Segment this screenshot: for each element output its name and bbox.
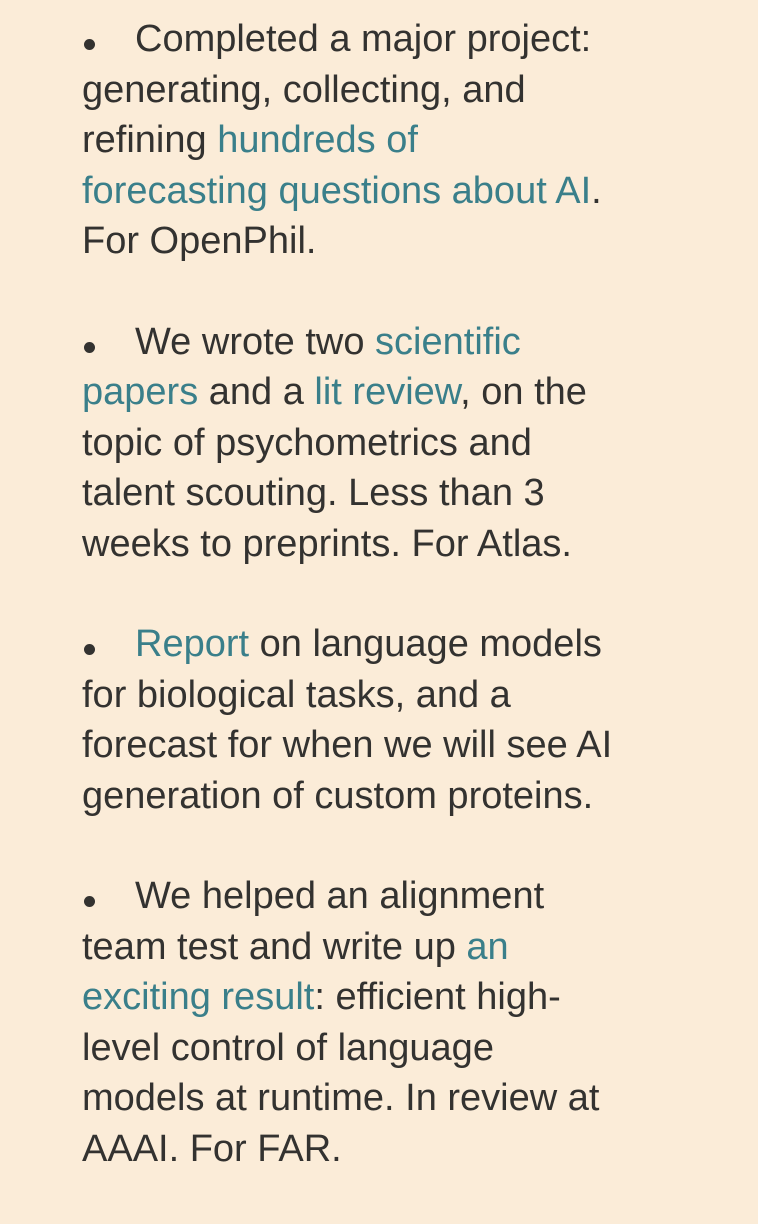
- text-line: forecasting questions about AI.: [82, 166, 612, 217]
- text-segment: generating, collecting, and: [82, 68, 526, 111]
- text-segment: For OpenPhil.: [82, 220, 317, 262]
- text-line: level control of language: [82, 1023, 612, 1074]
- text-segment: generation of custom proteins.: [82, 774, 594, 817]
- text-line: generation of custom proteins.: [82, 771, 612, 822]
- list-item: Completed a major project: generating, co…: [82, 14, 612, 267]
- text-segment: forecast for when we will see AI: [82, 724, 613, 766]
- text-line: We wrote two scientific: [82, 317, 612, 368]
- text-segment: and a: [198, 371, 315, 413]
- text-line: For OpenPhil.: [82, 216, 612, 267]
- text-segment: weeks to preprints. For Atlas.: [82, 522, 572, 565]
- text-segment: on language models: [249, 623, 602, 665]
- inline-link[interactable]: forecasting questions about AI: [82, 170, 591, 212]
- text-line: generating, collecting, and: [82, 65, 612, 116]
- text-line: forecast for when we will see AI: [82, 720, 612, 771]
- list-item: We wrote two scientific papers and a lit …: [82, 317, 612, 570]
- text-line: Report on language models: [82, 619, 612, 670]
- text-line: team test and write up an: [82, 922, 612, 973]
- text-segment: We wrote two: [135, 320, 376, 363]
- text-segment: AAAI. For FAR.: [82, 1127, 342, 1170]
- text-segment: team test and write up: [82, 925, 467, 968]
- text-segment: level control of language: [82, 1026, 494, 1069]
- bullet-list: Completed a major project: generating, co…: [82, 14, 612, 1224]
- text-line: for biological tasks, and a: [82, 670, 612, 721]
- text-line: Completed a major project:: [82, 14, 612, 65]
- list-item: We helped an alignment team test and writ…: [82, 871, 612, 1174]
- text-line: models at runtime. In review at: [82, 1073, 612, 1124]
- text-line: talent scouting. Less than 3: [82, 468, 612, 519]
- text-line: papers and a lit review, on the: [82, 367, 612, 418]
- text-segment: talent scouting. Less than 3: [82, 472, 545, 514]
- text-segment: We helped an alignment: [135, 875, 545, 917]
- inline-link[interactable]: Report: [135, 623, 249, 665]
- text-line: We helped an alignment: [82, 871, 612, 922]
- text-line: refining hundreds of: [82, 115, 612, 166]
- inline-link[interactable]: scientific: [375, 321, 521, 363]
- text-line: AAAI. For FAR.: [82, 1124, 612, 1175]
- list-item: Report on language models for biological …: [82, 619, 612, 821]
- text-segment: models at runtime. In review at: [82, 1077, 600, 1119]
- text-segment: topic of psychometrics and: [82, 421, 532, 464]
- text-segment: Completed a major project:: [135, 18, 592, 60]
- inline-link[interactable]: an: [466, 926, 508, 968]
- text-line: exciting result: efficient high-: [82, 972, 612, 1023]
- inline-link[interactable]: exciting result: [82, 976, 314, 1018]
- inline-link[interactable]: papers: [82, 371, 198, 413]
- text-segment: .: [591, 169, 602, 212]
- text-segment: : efficient high-: [314, 976, 561, 1018]
- inline-link[interactable]: lit review: [314, 371, 460, 413]
- text-segment: , on the: [460, 371, 587, 413]
- text-line: weeks to preprints. For Atlas.: [82, 519, 612, 570]
- text-segment: for biological tasks, and a: [82, 673, 511, 716]
- text-segment: refining: [82, 119, 218, 161]
- text-line: topic of psychometrics and: [82, 418, 612, 469]
- inline-link[interactable]: hundreds of: [217, 119, 418, 161]
